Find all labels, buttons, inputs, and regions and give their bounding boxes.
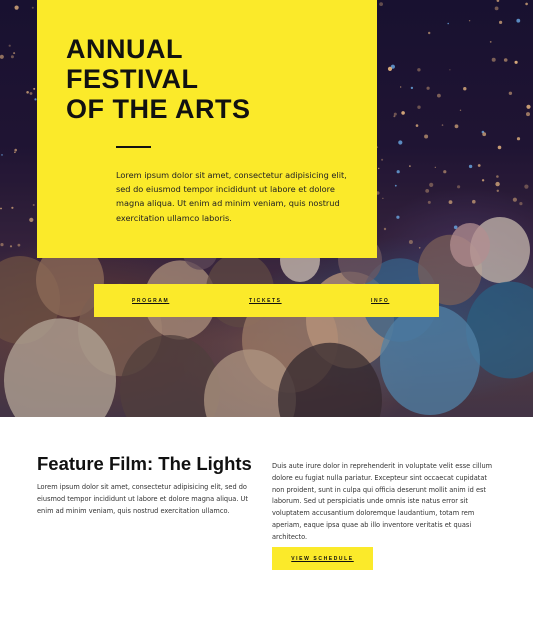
view-schedule-button[interactable]: VIEW SCHEDULE xyxy=(272,547,373,570)
feature-description: Lorem ipsum dolor sit amet, consectetur … xyxy=(37,483,248,515)
title-card: ANNUAL FESTIVAL OF THE ARTS Lorem ipsum … xyxy=(37,0,377,258)
feature-section: Feature Film: The Lights Lorem ipsum dol… xyxy=(0,417,533,623)
hero-intro-text: Lorem ipsum dolor sit amet, consectetur … xyxy=(116,170,347,223)
title-divider xyxy=(116,146,151,148)
festival-title-line-3: OF THE ARTS xyxy=(66,94,251,124)
nav-link-tickets[interactable]: TICKETS xyxy=(249,298,282,304)
feature-side-text: Duis aute irure dolor in reprehenderit i… xyxy=(272,462,493,541)
festival-title: ANNUAL FESTIVAL OF THE ARTS xyxy=(66,34,251,124)
festival-title-line-2: FESTIVAL xyxy=(66,64,199,94)
nav-link-info[interactable]: INFO xyxy=(371,298,389,304)
festival-title-line-1: ANNUAL xyxy=(66,34,183,64)
nav-link-program[interactable]: PROGRAM xyxy=(132,298,169,304)
main-nav: PROGRAM TICKETS INFO xyxy=(94,284,439,317)
feature-title: Feature Film: The Lights xyxy=(37,453,252,474)
hero-section: ANNUAL FESTIVAL OF THE ARTS Lorem ipsum … xyxy=(0,0,533,417)
